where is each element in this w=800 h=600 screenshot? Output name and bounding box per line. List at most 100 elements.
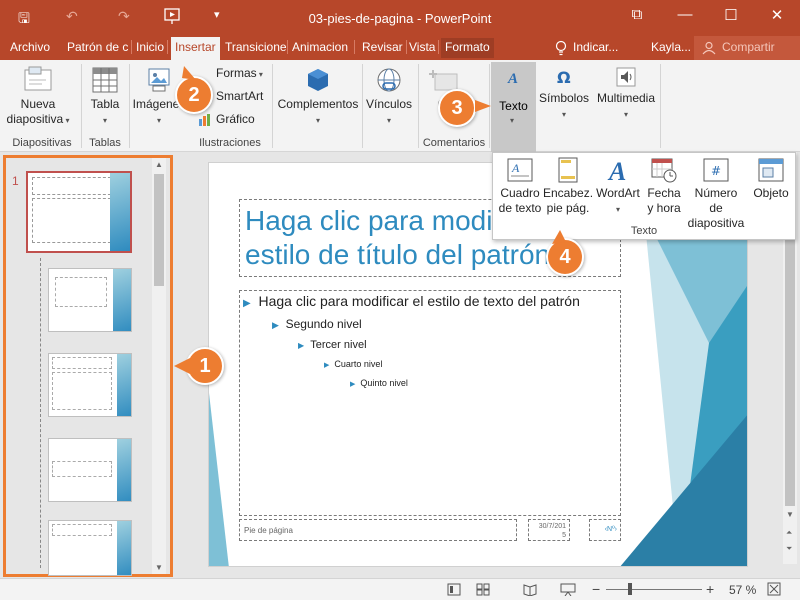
date-text-1: 30/7/201 [538, 523, 566, 530]
footer-text: Pie de página [244, 526, 293, 535]
ribbon: Nueva diapositiva ▾ Diapositivas Tabla ▾ … [0, 60, 800, 152]
slide-thumbnail-pane[interactable]: 1 ▲ ▼ [3, 155, 173, 577]
share-button[interactable]: Compartir [694, 36, 800, 60]
store-icon [308, 69, 328, 91]
slide-sorter-icon[interactable] [476, 583, 490, 596]
text-button[interactable]: A Texto ▾ [491, 62, 536, 152]
text-group-label: Texto [630, 225, 658, 237]
callout-pointer-1 [174, 358, 190, 374]
new-slide-label-2: diapositiva [6, 112, 64, 126]
body-placeholder[interactable]: ▶ Haga clic para modificar el estilo de … [239, 290, 621, 516]
level-1-text: Haga clic para modificar el estilo de te… [258, 293, 580, 309]
addins-button[interactable]: Complementos ▾ [276, 66, 360, 128]
object-button[interactable]: Objeto [749, 157, 793, 201]
slide-number-placeholder[interactable]: ‹Nº› [589, 519, 621, 541]
textbox-label-2: de texto [498, 201, 542, 215]
callout-badge-3: 3 [438, 89, 476, 127]
textbox-button[interactable]: A Cuadro de texto [497, 157, 543, 216]
zoom-level[interactable]: 57 % [729, 583, 756, 597]
ribbon-tab-bar: Archivo Patrón de c Inicio Insertar Tran… [0, 36, 800, 60]
callout-badge-2: 2 [175, 76, 213, 114]
thumbnail-layout-1[interactable] [48, 268, 132, 332]
symbols-button[interactable]: Ω Símbolos ▾ [538, 66, 590, 122]
svg-text:A: A [607, 157, 626, 183]
date-time-label-1: Fecha [647, 186, 681, 200]
table-button[interactable]: Tabla ▾ [84, 66, 126, 128]
scroll-up-icon[interactable]: ▲ [155, 160, 163, 169]
tab-formato[interactable]: Formato [441, 38, 494, 58]
normal-view-icon[interactable] [447, 583, 461, 596]
date-placeholder[interactable]: 30/7/201 5 [528, 519, 570, 541]
image-icon [148, 68, 170, 92]
zoom-slider-handle[interactable] [628, 583, 632, 595]
tab-patron[interactable]: Patrón de c [67, 40, 132, 54]
prev-slide-icon[interactable]: ⏶ [786, 528, 792, 538]
level-3-text: Tercer nivel [310, 339, 367, 351]
thumbnail-layout-3[interactable] [48, 438, 132, 502]
slide-number-label: 1 [12, 174, 19, 188]
title-bar: 🖫 ↶ ↷ ▾ 03-pies-de-pagina - PowerPoint ⧉… [0, 0, 800, 36]
svg-text:A: A [511, 161, 520, 175]
tab-inicio[interactable]: Inicio [136, 40, 169, 54]
slide-number-button[interactable]: # Número de diapositiva [687, 157, 745, 231]
text-dropdown-panel: A Cuadro de texto Encabez. pie pág. A Wo… [492, 152, 796, 240]
editor-scroll-down-icon[interactable]: ▼ [786, 510, 794, 519]
tab-animaciones[interactable]: Animacion [292, 40, 355, 54]
next-slide-icon[interactable]: ⏷ [786, 544, 792, 554]
tab-transiciones[interactable]: Transicione [225, 40, 288, 54]
object-label: Objeto [753, 186, 789, 200]
textbox-icon: A [507, 158, 533, 182]
callout-pointer-3 [475, 100, 491, 112]
date-text-2: 5 [562, 532, 566, 539]
scroll-down-icon[interactable]: ▼ [155, 563, 163, 572]
group-diapositivas: Diapositivas [12, 137, 72, 149]
header-footer-button[interactable]: Encabez. pie pág. [543, 157, 593, 216]
footer-placeholder[interactable]: Pie de página [239, 519, 517, 541]
wordart-icon: A [607, 157, 626, 183]
media-button[interactable]: Multimedia ▾ [594, 66, 658, 122]
restore-ribbon-icon[interactable]: ⧉ [622, 6, 652, 23]
slide-title-line-1: Haga clic para modif [245, 205, 501, 236]
thumbnail-layout-2[interactable] [48, 353, 132, 417]
tab-insertar[interactable]: Insertar [171, 37, 220, 60]
zoom-in-button[interactable]: + [706, 581, 714, 597]
symbols-label: Símbolos [538, 91, 590, 105]
text-a-icon: A [507, 71, 518, 86]
zoom-out-button[interactable]: − [592, 581, 600, 597]
thumbnail-scrollbar[interactable]: ▲ ▼ [152, 158, 166, 574]
scroll-thumb[interactable] [154, 174, 164, 286]
text-label: Texto [499, 99, 528, 113]
header-footer-label-1: Encabez. [543, 186, 594, 200]
thumbnail-layout-4[interactable] [48, 520, 132, 576]
header-footer-icon [558, 157, 578, 183]
chart-button[interactable]: Gráfico [198, 112, 255, 126]
person-icon [702, 41, 716, 55]
status-bar: − + 57 % [0, 578, 800, 600]
calendar-clock-icon [651, 158, 677, 183]
slideshow-icon[interactable] [560, 583, 576, 596]
date-time-button[interactable]: Fecha y hora [643, 157, 685, 216]
shapes-button[interactable]: Formas ▾ [198, 66, 263, 80]
wordart-button[interactable]: A WordArt ▾ [593, 157, 643, 217]
tab-vista[interactable]: Vista [409, 40, 440, 54]
user-name[interactable]: Kayla... [651, 40, 691, 54]
reading-view-icon[interactable] [523, 583, 537, 596]
svg-text:#: # [711, 164, 721, 178]
new-slide-button[interactable]: Nueva diapositiva ▾ [4, 64, 72, 128]
zoom-slider[interactable] [606, 589, 702, 590]
fit-to-window-icon[interactable] [767, 582, 781, 596]
thumbnail-master[interactable] [26, 171, 132, 253]
speaker-icon [616, 67, 636, 87]
maximize-button[interactable]: ☐ [716, 6, 746, 24]
links-button[interactable]: Vínculos ▾ [364, 66, 414, 128]
new-slide-icon [24, 66, 52, 91]
svg-text:A: A [507, 71, 518, 86]
tell-me-input[interactable]: Indicar... [573, 40, 618, 54]
textbox-label-1: Cuadro [500, 186, 540, 200]
tab-revisar[interactable]: Revisar [362, 40, 407, 54]
tab-archivo[interactable]: Archivo [10, 40, 50, 54]
close-button[interactable]: ✕ [762, 6, 792, 24]
minimize-button[interactable]: — [670, 6, 700, 23]
group-tablas: Tablas [89, 137, 121, 149]
level-2-text: Segundo nivel [285, 317, 362, 331]
